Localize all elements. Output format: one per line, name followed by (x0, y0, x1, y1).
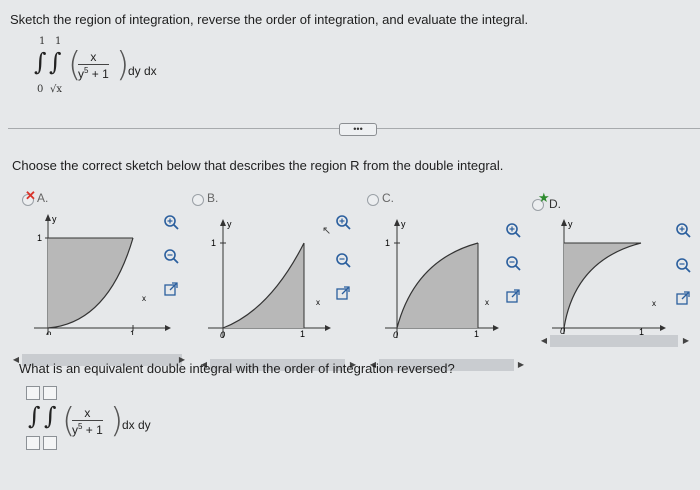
y-axis-arrow (220, 219, 226, 226)
origin-label: 0 (393, 330, 398, 340)
region-d (564, 243, 641, 328)
graph-c: y x 1 1 0 (385, 219, 499, 340)
region-b (223, 243, 304, 328)
scroll-right-button[interactable]: ▶ (680, 335, 692, 347)
inner-upper-input[interactable] (43, 386, 57, 400)
numerator: x (78, 50, 109, 65)
zoom-in-icon[interactable] (163, 214, 179, 235)
option-c-label: C. (382, 191, 394, 205)
fraction-1: x y5 + 1 (78, 50, 109, 81)
zoom-in-icon[interactable] (505, 222, 521, 243)
y-tick-one: 1 (211, 238, 216, 248)
integral-sign-inner: ∫ (44, 402, 57, 430)
fraction-2: x y5 + 1 (72, 406, 103, 437)
x-label: x (485, 298, 489, 307)
y-tick-one: 1 (385, 238, 390, 248)
correct-star-icon: ★ (538, 190, 550, 205)
origin-label: 0 (560, 326, 565, 335)
x-axis-arrow (660, 325, 666, 331)
inner-lower-input[interactable] (43, 436, 57, 450)
question-text-3: What is an equivalent double integral wi… (19, 361, 455, 376)
y-tick-one: 1 (37, 233, 42, 243)
open-new-window-icon[interactable] (336, 286, 350, 305)
outer-lower-limit: 0 (37, 84, 44, 95)
denominator: y5 + 1 (72, 422, 103, 437)
x-label: x (316, 298, 320, 307)
option-a-label: A. (37, 191, 49, 205)
x-tick-one: 1 (130, 329, 135, 335)
inner-lower-limit: √x (50, 84, 63, 95)
question-text-1: Sketch the region of integration, revers… (10, 12, 529, 27)
graph-d: y x 1 0 (552, 219, 666, 335)
x-axis-arrow (493, 325, 499, 331)
y-axis-arrow (394, 219, 400, 226)
option-d-label: D. (549, 197, 561, 211)
region-a (48, 238, 133, 328)
x-label: x (142, 294, 146, 303)
zoom-out-icon[interactable] (505, 255, 521, 276)
zoom-in-icon[interactable] (675, 222, 691, 243)
integral-sign-outer: ∫ (34, 48, 47, 76)
numerator: x (72, 406, 103, 421)
option-c-radio[interactable] (367, 194, 379, 206)
open-new-window-icon[interactable] (676, 291, 690, 310)
origin-label: 0 (220, 330, 225, 340)
scroll-right-button[interactable]: ▶ (515, 359, 527, 371)
zoom-out-icon[interactable] (335, 252, 351, 273)
outer-upper-input[interactable] (26, 386, 40, 400)
option-b-label: B. (207, 191, 219, 205)
integral-1: 1 1 ∫ ∫ 0 √x ( x y5 + 1 ) dy dx (30, 36, 190, 98)
origin-label: 0 (46, 330, 51, 335)
x-tick-one: 1 (300, 329, 305, 339)
x-tick-one: 1 (639, 327, 644, 335)
y-label: y (52, 214, 57, 224)
x-tick-one: 1 (474, 329, 479, 339)
outer-upper-limit: 1 (39, 36, 46, 47)
y-axis-arrow (561, 219, 567, 226)
zoom-out-icon[interactable] (675, 257, 691, 278)
integral-sign-inner: ∫ (49, 48, 62, 76)
scrollbar-d[interactable] (550, 335, 678, 347)
differentials-2: dx dy (122, 418, 151, 432)
zoom-in-icon[interactable] (335, 214, 351, 235)
x-label: x (652, 299, 656, 308)
zoom-out-icon[interactable] (163, 248, 179, 269)
denominator: y5 + 1 (78, 66, 109, 81)
graph-b: y x 1 1 0 (208, 219, 331, 340)
x-axis-arrow (165, 325, 171, 331)
differentials-1: dy dx (128, 64, 157, 78)
x-axis-arrow (325, 325, 331, 331)
integral-sign-outer: ∫ (28, 402, 41, 430)
more-button[interactable]: ••• (339, 123, 377, 136)
question-text-2: Choose the correct sketch below that des… (12, 158, 504, 173)
y-label: y (227, 219, 232, 229)
y-label: y (401, 219, 406, 229)
y-label: y (568, 219, 573, 229)
y-axis-arrow (45, 214, 51, 221)
integral-2: ∫ ∫ ( x y5 + 1 ) dx dy (26, 386, 196, 456)
option-b-radio[interactable] (192, 194, 204, 206)
scroll-left-button[interactable]: ◀ (538, 335, 550, 347)
open-new-window-icon[interactable] (164, 282, 178, 301)
cursor-icon: ↖ (322, 225, 332, 237)
open-new-window-icon[interactable] (506, 289, 520, 308)
incorrect-mark-icon: ✕ (25, 188, 36, 203)
inner-upper-limit: 1 (55, 36, 62, 47)
outer-lower-input[interactable] (26, 436, 40, 450)
region-c (397, 243, 478, 328)
